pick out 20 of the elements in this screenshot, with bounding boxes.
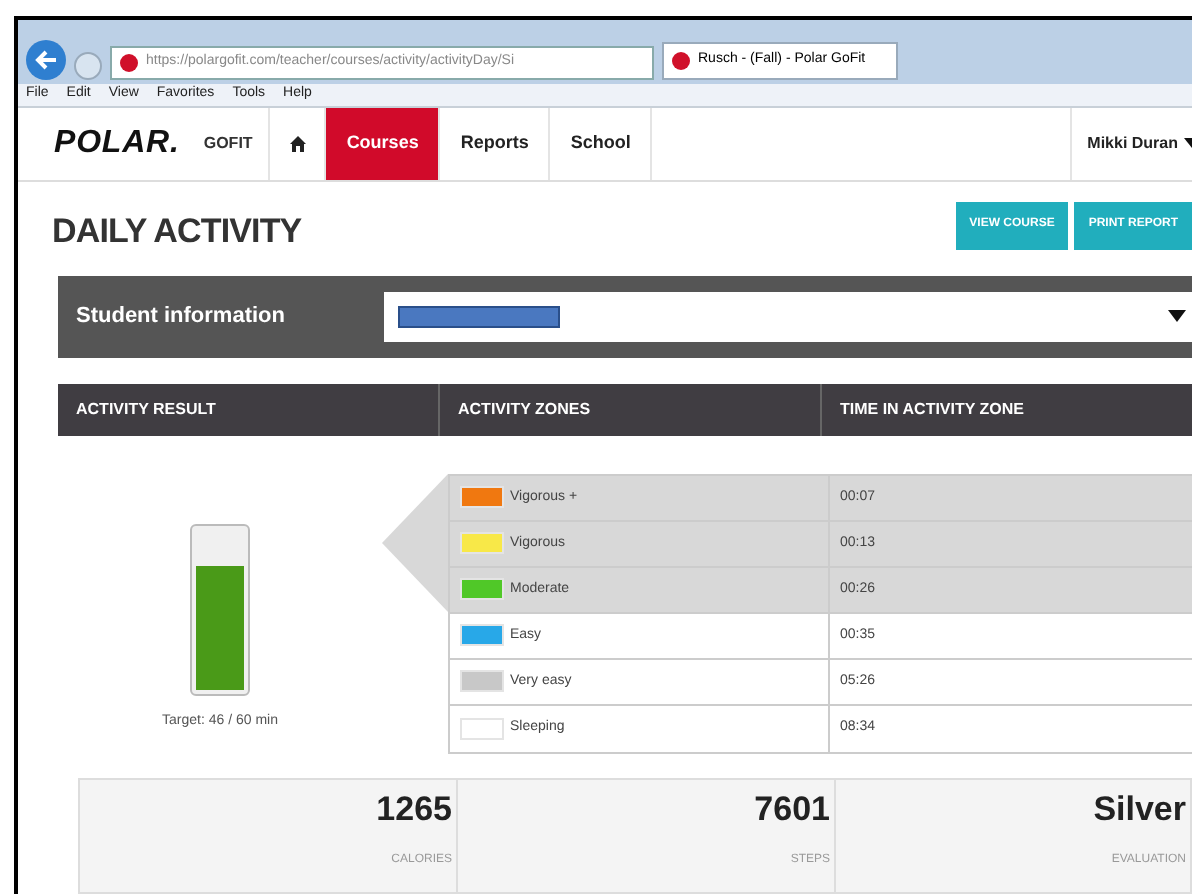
student-label: Student information bbox=[76, 302, 287, 333]
dropdown-caret-icon bbox=[1168, 310, 1186, 323]
column-header: ACTIVITY ZONES bbox=[440, 383, 822, 436]
stat-value: 1265 bbox=[376, 787, 452, 832]
product-name: GOFIT bbox=[203, 131, 253, 156]
page-title: DAILY ACTIVITY bbox=[52, 209, 302, 253]
column-header: TIME IN ACTIVITY ZONE bbox=[838, 397, 1025, 422]
back-button[interactable] bbox=[26, 40, 66, 81]
back-arrow-icon bbox=[34, 48, 58, 73]
student-select[interactable] bbox=[384, 291, 1192, 342]
stat-value: 7601 bbox=[754, 787, 830, 832]
nav-tab[interactable]: Courses bbox=[326, 107, 441, 179]
home-icon bbox=[289, 135, 306, 152]
site-icon bbox=[672, 52, 690, 71]
logo[interactable]: POLAR. bbox=[54, 119, 180, 168]
column-header: ACTIVITY RESULT bbox=[58, 383, 440, 436]
user-menu[interactable]: Mikki Duran bbox=[1069, 107, 1184, 179]
stat-value: Silver bbox=[1093, 787, 1186, 832]
site-icon bbox=[120, 54, 138, 73]
dropdown-caret-icon bbox=[1184, 138, 1192, 149]
